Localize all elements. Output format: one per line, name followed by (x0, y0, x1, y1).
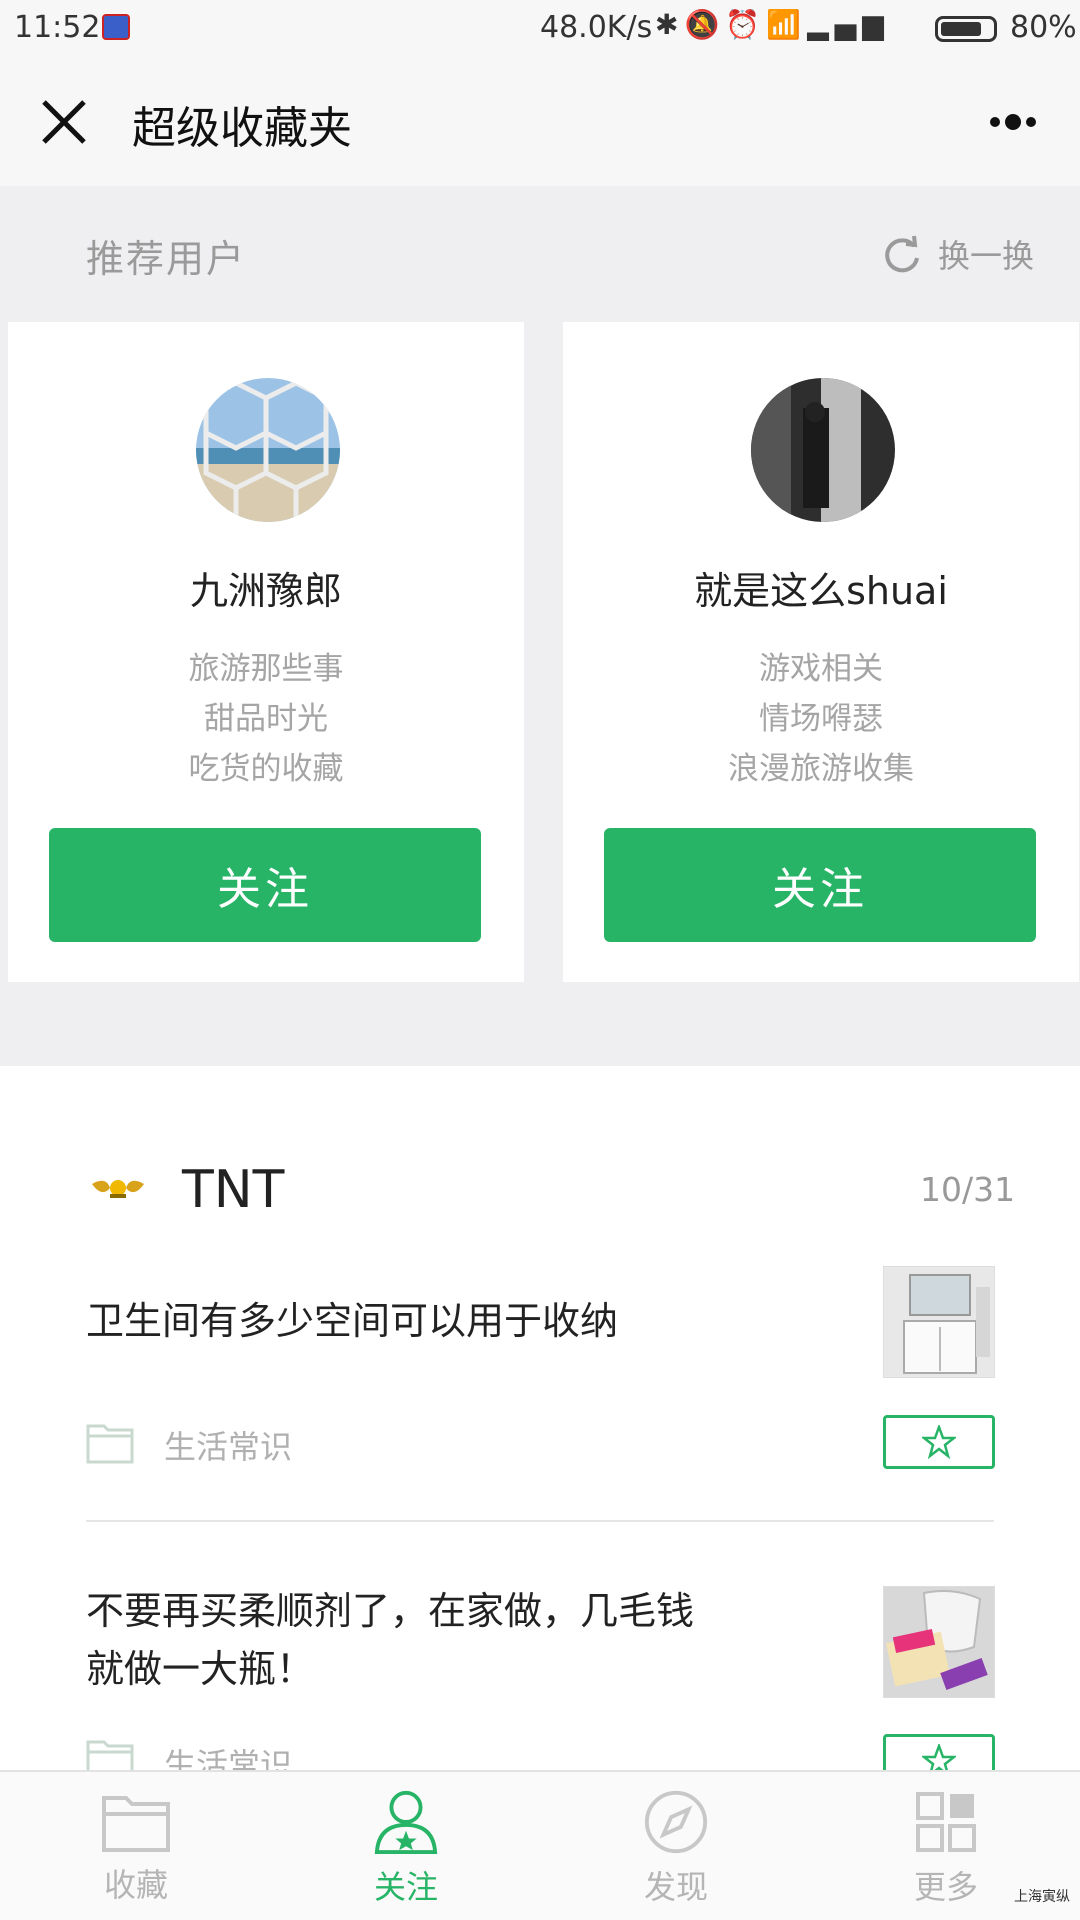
recommended-user-card: 就是这么shuai 游戏相关 情场嘚瑟 浪漫旅游收集 关注 (563, 322, 1079, 982)
follow-button[interactable]: 关注 (49, 828, 481, 942)
user-star-icon (374, 1790, 438, 1855)
close-icon[interactable] (38, 96, 90, 148)
article-title-line: 不要再买柔顺剂了，在家做，几毛钱 (86, 1589, 695, 1633)
page-title: 超级收藏夹 (132, 103, 352, 154)
user-tag: 浪漫旅游收集 (728, 751, 914, 787)
article-title-line: 就做一大瓶！ (86, 1647, 315, 1691)
nav-discover[interactable]: 发现 (596, 1788, 756, 1908)
recommend-title: 推荐用户 (86, 237, 247, 281)
watermark: 上海寅纵 (1014, 1889, 1070, 1905)
nav-following[interactable]: 关注 (326, 1788, 486, 1908)
user-tag: 旅游那些事 (188, 651, 344, 687)
user-tags: 旅游那些事 甜品时光 吃货的收藏 (8, 644, 524, 794)
user-name: 就是这么shuai (694, 569, 948, 613)
nav-label: 收藏 (103, 1866, 168, 1904)
article-thumbnail[interactable] (883, 1586, 995, 1698)
nav-label: 发现 (643, 1868, 708, 1906)
battery-icon (935, 16, 997, 42)
user-tag: 游戏相关 (759, 651, 883, 687)
mute-icon: 🔕 (684, 8, 726, 41)
refresh-button[interactable]: 换一换 (880, 230, 1034, 278)
article-category: 生活常识 (164, 1428, 293, 1466)
nav-favorites[interactable]: 收藏 (56, 1788, 216, 1908)
follow-button[interactable]: 关注 (604, 828, 1036, 942)
bluetooth-icon: ✱ (655, 8, 685, 41)
battery-fill (941, 22, 981, 36)
recommended-user-card: 九洲豫郎 旅游那些事 甜品时光 吃货的收藏 关注 (8, 322, 524, 982)
nav-more[interactable]: 更多 (866, 1788, 1026, 1908)
avatar[interactable] (196, 378, 340, 522)
user-name: 九洲豫郎 (189, 569, 342, 613)
app-notification-icon (102, 14, 130, 40)
nav-label: 更多 (913, 1868, 978, 1906)
battery-percent: 80% (1010, 10, 1077, 45)
user-tag: 甜品时光 (204, 701, 328, 737)
favorite-button[interactable] (883, 1415, 995, 1469)
alarm-icon: ⏰ (725, 8, 767, 41)
divider (86, 1520, 994, 1522)
refresh-icon (885, 235, 919, 273)
status-icons: ✱🔕⏰📶▂▄▆ (655, 8, 890, 41)
compass-icon (644, 1790, 708, 1854)
feed-date: 10/31 (920, 1170, 1016, 1209)
wifi-icon: 📶 (766, 8, 808, 41)
status-time: 11:52 (14, 10, 101, 45)
grid-icon (916, 1792, 976, 1852)
article-title[interactable]: 卫生间有多少空间可以用于收纳 (86, 1292, 766, 1350)
network-speed: 48.0K/s (540, 10, 653, 45)
article-title[interactable]: 不要再买柔顺剂了，在家做，几毛钱 就做一大瓶！ (86, 1582, 766, 1698)
signal-icon: ▂▄▆ (807, 8, 890, 41)
user-badge-icon[interactable] (88, 1172, 148, 1206)
nav-label: 关注 (373, 1868, 438, 1906)
user-tag: 吃货的收藏 (188, 751, 344, 787)
user-tags: 游戏相关 情场嘚瑟 浪漫旅游收集 (563, 644, 1079, 794)
avatar[interactable] (751, 378, 895, 522)
article-thumbnail[interactable] (883, 1266, 995, 1378)
folder-icon (86, 1420, 134, 1464)
user-tag: 情场嘚瑟 (759, 701, 883, 737)
folder-icon (102, 1796, 170, 1852)
refresh-label: 换一换 (938, 237, 1035, 275)
feed-user-name[interactable]: TNT (182, 1160, 284, 1220)
star-icon (922, 1425, 956, 1459)
more-options-icon[interactable] (985, 100, 1045, 144)
